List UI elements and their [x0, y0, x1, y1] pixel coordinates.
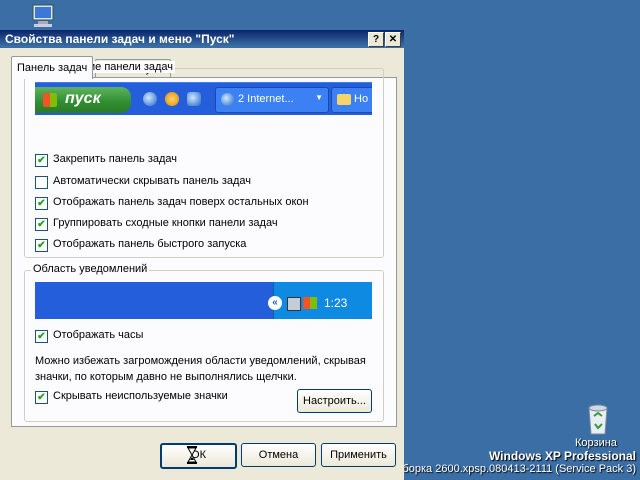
tray-clock: 1:23 — [324, 296, 348, 310]
title-bar[interactable]: Свойства панели задач и меню "Пуск" ? ✕ — [0, 30, 404, 48]
recycle-bin-label: Корзина — [575, 437, 617, 449]
network-icon — [287, 297, 301, 311]
my-computer-icon[interactable] — [30, 4, 56, 28]
windows-logo-icon — [43, 93, 57, 107]
help-button[interactable]: ? — [368, 32, 384, 47]
ie-icon — [221, 93, 234, 106]
option-label: Закрепить панель задач — [53, 153, 178, 165]
configure-button[interactable]: Настроить... — [297, 389, 372, 413]
checkbox-show-clock[interactable]: ✔ — [35, 330, 48, 343]
ie-icon — [143, 92, 157, 106]
checkbox-lock-taskbar[interactable]: ✔ — [35, 154, 48, 167]
notification-description: Можно избежать загромождения области уве… — [35, 355, 366, 383]
taskbar-preview: пуск 2 Internet... ▼ Но — [35, 82, 372, 115]
close-button[interactable]: ✕ — [385, 32, 401, 47]
task-label: 2 Internet... — [238, 93, 294, 105]
dialog-title: Свойства панели задач и меню "Пуск" — [5, 32, 235, 46]
task-label: Но — [354, 93, 369, 105]
task-button-internet: 2 Internet... ▼ — [215, 87, 329, 113]
recycle-bin-icon[interactable] — [583, 402, 613, 436]
option-label: Группировать сходные кнопки панели задач — [53, 217, 278, 229]
chevron-left-icon: « — [268, 296, 282, 310]
media-player-icon — [165, 92, 179, 106]
checkbox-hide-icons[interactable]: ✔ — [35, 391, 48, 404]
hourglass-cursor-icon — [187, 446, 197, 464]
cancel-button[interactable]: Отмена — [241, 443, 316, 467]
checkbox-on-top[interactable]: ✔ — [35, 197, 48, 210]
apply-button[interactable]: Применить — [321, 443, 396, 467]
option-label: Автоматически скрывать панель задач — [53, 175, 252, 187]
checkbox-quick-launch[interactable]: ✔ — [35, 239, 48, 252]
start-label: пуск — [65, 90, 101, 107]
ok-button[interactable]: ОК — [160, 443, 237, 469]
notification-area-legend: Область уведомлений — [31, 263, 150, 275]
option-label: Отображать часы — [53, 329, 144, 341]
notification-area-preview — [35, 282, 372, 319]
os-watermark-build: Сборка 2600.xpsp.080413-2111 (Service Pa… — [394, 463, 636, 475]
task-button-folder: Но — [331, 87, 372, 113]
show-desktop-icon — [187, 92, 201, 106]
checkbox-group-buttons[interactable]: ✔ — [35, 218, 48, 231]
option-label: Отображать панель быстрого запуска — [53, 238, 247, 250]
chevron-down-icon: ▼ — [315, 93, 323, 102]
tab-taskbar[interactable]: Панель задач — [11, 56, 94, 79]
folder-icon — [337, 94, 351, 105]
windows-flag-icon — [303, 297, 317, 309]
option-label: Отображать панель задач поверх остальных… — [53, 196, 309, 208]
checkbox-autohide[interactable] — [35, 176, 48, 189]
start-button-preview: пуск — [35, 87, 131, 113]
os-watermark-edition: Windows XP Professional — [488, 449, 636, 463]
option-label: Скрывать неиспользуемые значки — [53, 390, 228, 402]
